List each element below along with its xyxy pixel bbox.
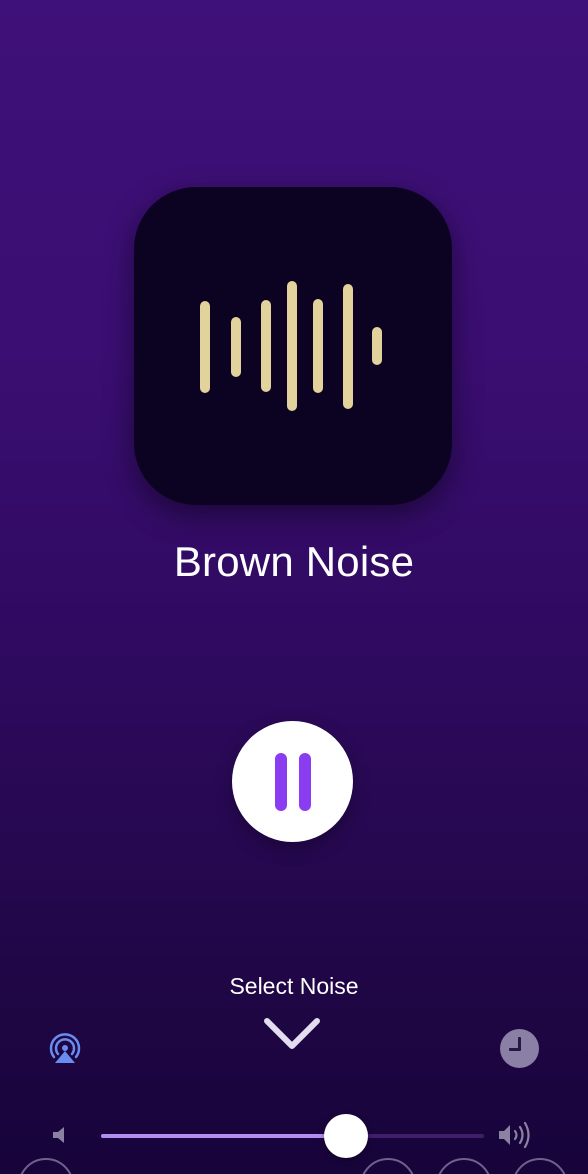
volume-slider-fill [101,1134,347,1138]
timer-icon[interactable] [500,1029,539,1068]
noise-option-button[interactable] [436,1158,492,1174]
volume-slider-thumb[interactable] [324,1114,369,1158]
volume-low-icon [53,1127,64,1143]
pause-icon [273,753,313,811]
noise-title: Brown Noise [173,538,415,585]
player-screen: Brown Noise Select Noise [0,0,588,1174]
noise-artwork [134,187,452,505]
pause-button[interactable] [232,721,353,842]
chevron-down-icon[interactable] [262,1016,322,1052]
select-noise-label[interactable]: Select Noise [0,973,588,1000]
noise-option-button[interactable] [18,1158,74,1174]
waveform-icon [134,187,452,505]
noise-option-button[interactable] [360,1158,416,1174]
volume-high-icon [499,1121,530,1149]
noise-option-button[interactable] [512,1158,568,1174]
airplay-icon[interactable] [47,1031,83,1065]
volume-slider[interactable] [101,1134,484,1138]
